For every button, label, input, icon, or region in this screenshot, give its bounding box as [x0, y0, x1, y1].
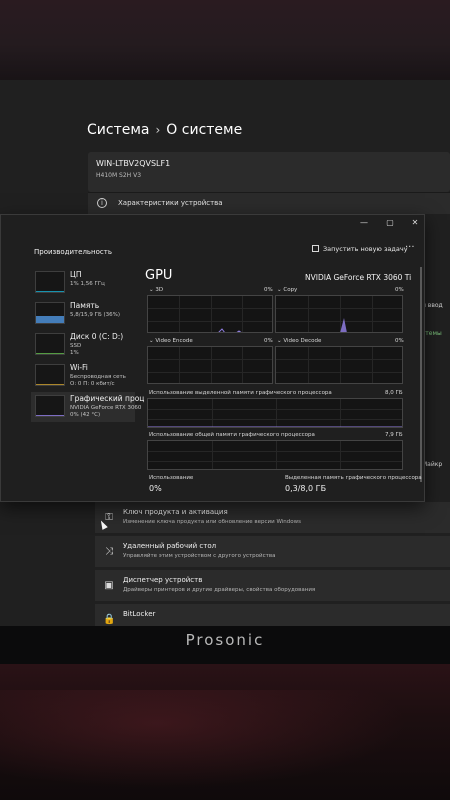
task-manager-header: Производительность Запустить новую задач… — [1, 237, 424, 263]
scrollbar[interactable] — [420, 267, 422, 482]
engine-copy-value: 0% — [395, 287, 404, 293]
gpu-model: NVIDIA GeForce RTX 3060 Ti — [305, 273, 412, 282]
monitor-top-frame — [0, 0, 450, 88]
gpu-title: GPU — [145, 268, 173, 283]
resource-item-wifi[interactable]: Wi-Fi Беспроводная сеть О: 0 П: 0 кбит/с — [31, 361, 135, 391]
shared-memory-graph — [147, 440, 403, 470]
gpu-model-short: NVIDIA GeForce RTX 3060 — [70, 405, 142, 411]
cpu-name: ЦП — [70, 270, 82, 279]
disk-name: Диск 0 (C: D:) — [70, 332, 124, 341]
device-manager-icon: ▣ — [104, 580, 114, 591]
product-key-subtitle: Изменение ключа продукта или обновление … — [123, 519, 302, 525]
cpu-level-fill — [36, 291, 64, 292]
wifi-thumbnail-graph — [35, 364, 65, 386]
engine-3d-spikes — [218, 328, 242, 332]
monitor-brand-logo: Prosonic — [185, 631, 265, 649]
memory-detail: 5,8/15,9 ГБ (36%) — [70, 312, 120, 318]
engine-video-decode-label[interactable]: ⌄ Video Decode — [277, 338, 321, 344]
breadcrumb: Система › О системе — [87, 122, 242, 138]
dedicated-gpu-memory-value: 0,3/8,0 ГБ — [285, 484, 327, 493]
resource-list: ЦП 1% 1,56 ГГц Память 5,8/15,9 ГБ (36%) … — [31, 263, 144, 503]
remote-desktop-title: Удаленный рабочий стол — [123, 542, 217, 550]
device-manager-title: Диспетчер устройств — [123, 576, 203, 584]
side-text-microsoft: Майкр — [422, 461, 443, 468]
bitlocker-icon: 🔒 — [103, 614, 116, 625]
device-manager-row[interactable]: ▣ Диспетчер устройств Драйверы принтеров… — [95, 570, 450, 602]
dedicated-memory-graph-label: Использование выделенной памяти графичес… — [149, 390, 332, 396]
memory-level-fill — [36, 315, 64, 323]
side-text-input: й ввод — [422, 302, 443, 309]
gpu-level-fill — [36, 415, 64, 416]
resource-item-memory[interactable]: Память 5,8/15,9 ГБ (36%) — [31, 299, 135, 329]
run-task-icon — [312, 245, 319, 252]
bitlocker-row[interactable]: 🔒 BitLocker — [95, 604, 450, 628]
maximize-button[interactable]: ▢ — [383, 217, 397, 229]
remote-desktop-subtitle: Управляйте этим устройством с другого ус… — [123, 553, 276, 559]
gpu-detail-panel: GPU NVIDIA GeForce RTX 3060 Ti ⌄ 3D 0% ⌄… — [137, 263, 422, 503]
wifi-name: Wi-Fi — [70, 363, 88, 372]
remote-desktop-row[interactable]: ⤨ Удаленный рабочий стол Управляйте этим… — [95, 536, 450, 568]
run-new-task-button[interactable]: Запустить новую задачу — [312, 245, 408, 253]
disk-type: SSD — [70, 343, 82, 349]
dedicated-memory-graph — [147, 398, 403, 428]
engine-3d-label[interactable]: ⌄ 3D — [149, 287, 163, 293]
cpu-detail: 1% 1,56 ГГц — [70, 281, 105, 287]
engine-video-encode-label[interactable]: ⌄ Video Encode — [149, 338, 193, 344]
resource-item-gpu[interactable]: Графический проц NVIDIA GeForce RTX 3060… — [31, 392, 144, 422]
info-icon: i — [97, 198, 107, 208]
engine-3d-graph — [147, 295, 273, 333]
engine-copy-graph — [275, 295, 403, 333]
resource-item-disk[interactable]: Диск 0 (C: D:) SSD 1% — [31, 330, 135, 360]
device-specs-label: Характеристики устройства — [118, 199, 223, 207]
engine-copy-spikes — [340, 318, 347, 332]
task-manager-titlebar[interactable]: — ▢ ✕ — [1, 215, 424, 231]
usage-label: Использование — [149, 475, 194, 481]
device-specs-row[interactable]: i Характеристики устройства — [88, 192, 450, 214]
engine-copy-label[interactable]: ⌄ Copy — [277, 287, 297, 293]
bitlocker-title: BitLocker — [123, 610, 156, 618]
wifi-rate: О: 0 П: 0 кбит/с — [70, 381, 115, 387]
dedicated-gpu-memory-label: Выделенная память графического процессор… — [285, 475, 422, 481]
cpu-thumbnail-graph — [35, 271, 65, 293]
usage-value: 0% — [149, 484, 162, 493]
disk-usage: 1% — [70, 350, 79, 356]
disk-level-fill — [36, 353, 64, 354]
shared-memory-max: 7,9 ГБ — [385, 432, 403, 438]
product-key-title: Ключ продукта и активация — [123, 508, 228, 516]
memory-thumbnail-graph — [35, 302, 65, 324]
gpu-name: Графический проц — [70, 394, 145, 403]
shared-memory-graph-label: Использование общей памяти графического … — [149, 432, 315, 438]
dedicated-memory-line — [148, 426, 402, 427]
desk-reflection — [0, 690, 450, 800]
resource-item-cpu[interactable]: ЦП 1% 1,56 ГГц — [31, 268, 135, 298]
device-name: WIN-LTBV2QVSLF1 — [96, 159, 171, 168]
engine-video-decode-value: 0% — [395, 338, 404, 344]
gpu-usage-temp: 0% (42 °C) — [70, 412, 101, 418]
screen: Система › О системе WIN-LTBV2QVSLF1 H410M … — [0, 80, 450, 628]
gpu-thumbnail-graph — [35, 395, 65, 417]
dedicated-memory-max: 8,0 ГБ — [385, 390, 403, 396]
remote-desktop-icon: ⤨ — [105, 546, 113, 557]
task-manager-window: — ▢ ✕ Производительность Запустить новую… — [0, 214, 425, 530]
engine-video-encode-graph — [147, 346, 273, 384]
close-button[interactable]: ✕ — [408, 217, 422, 229]
memory-name: Память — [70, 301, 100, 310]
minimize-button[interactable]: — — [357, 217, 371, 229]
performance-title: Производительность — [34, 248, 112, 256]
engine-3d-value: 0% — [264, 287, 273, 293]
wifi-level-fill — [36, 384, 64, 385]
disk-thumbnail-graph — [35, 333, 65, 355]
more-options-button[interactable]: ··· — [405, 242, 415, 253]
breadcrumb-system[interactable]: Система — [87, 122, 149, 138]
device-manager-subtitle: Драйверы принтеров и другие драйверы, св… — [123, 587, 316, 593]
breadcrumb-separator: › — [155, 123, 161, 137]
run-new-task-label: Запустить новую задачу — [323, 245, 408, 253]
device-model: H410M S2H V3 — [96, 172, 142, 179]
page-title: О системе — [166, 122, 243, 138]
product-key-row[interactable]: ⚿ Ключ продукта и активация Изменение кл… — [95, 502, 450, 534]
engine-video-encode-value: 0% — [264, 338, 273, 344]
device-card: WIN-LTBV2QVSLF1 H410M S2H V3 — [88, 152, 450, 192]
engine-video-decode-graph — [275, 346, 403, 384]
wifi-type: Беспроводная сеть — [70, 374, 126, 380]
